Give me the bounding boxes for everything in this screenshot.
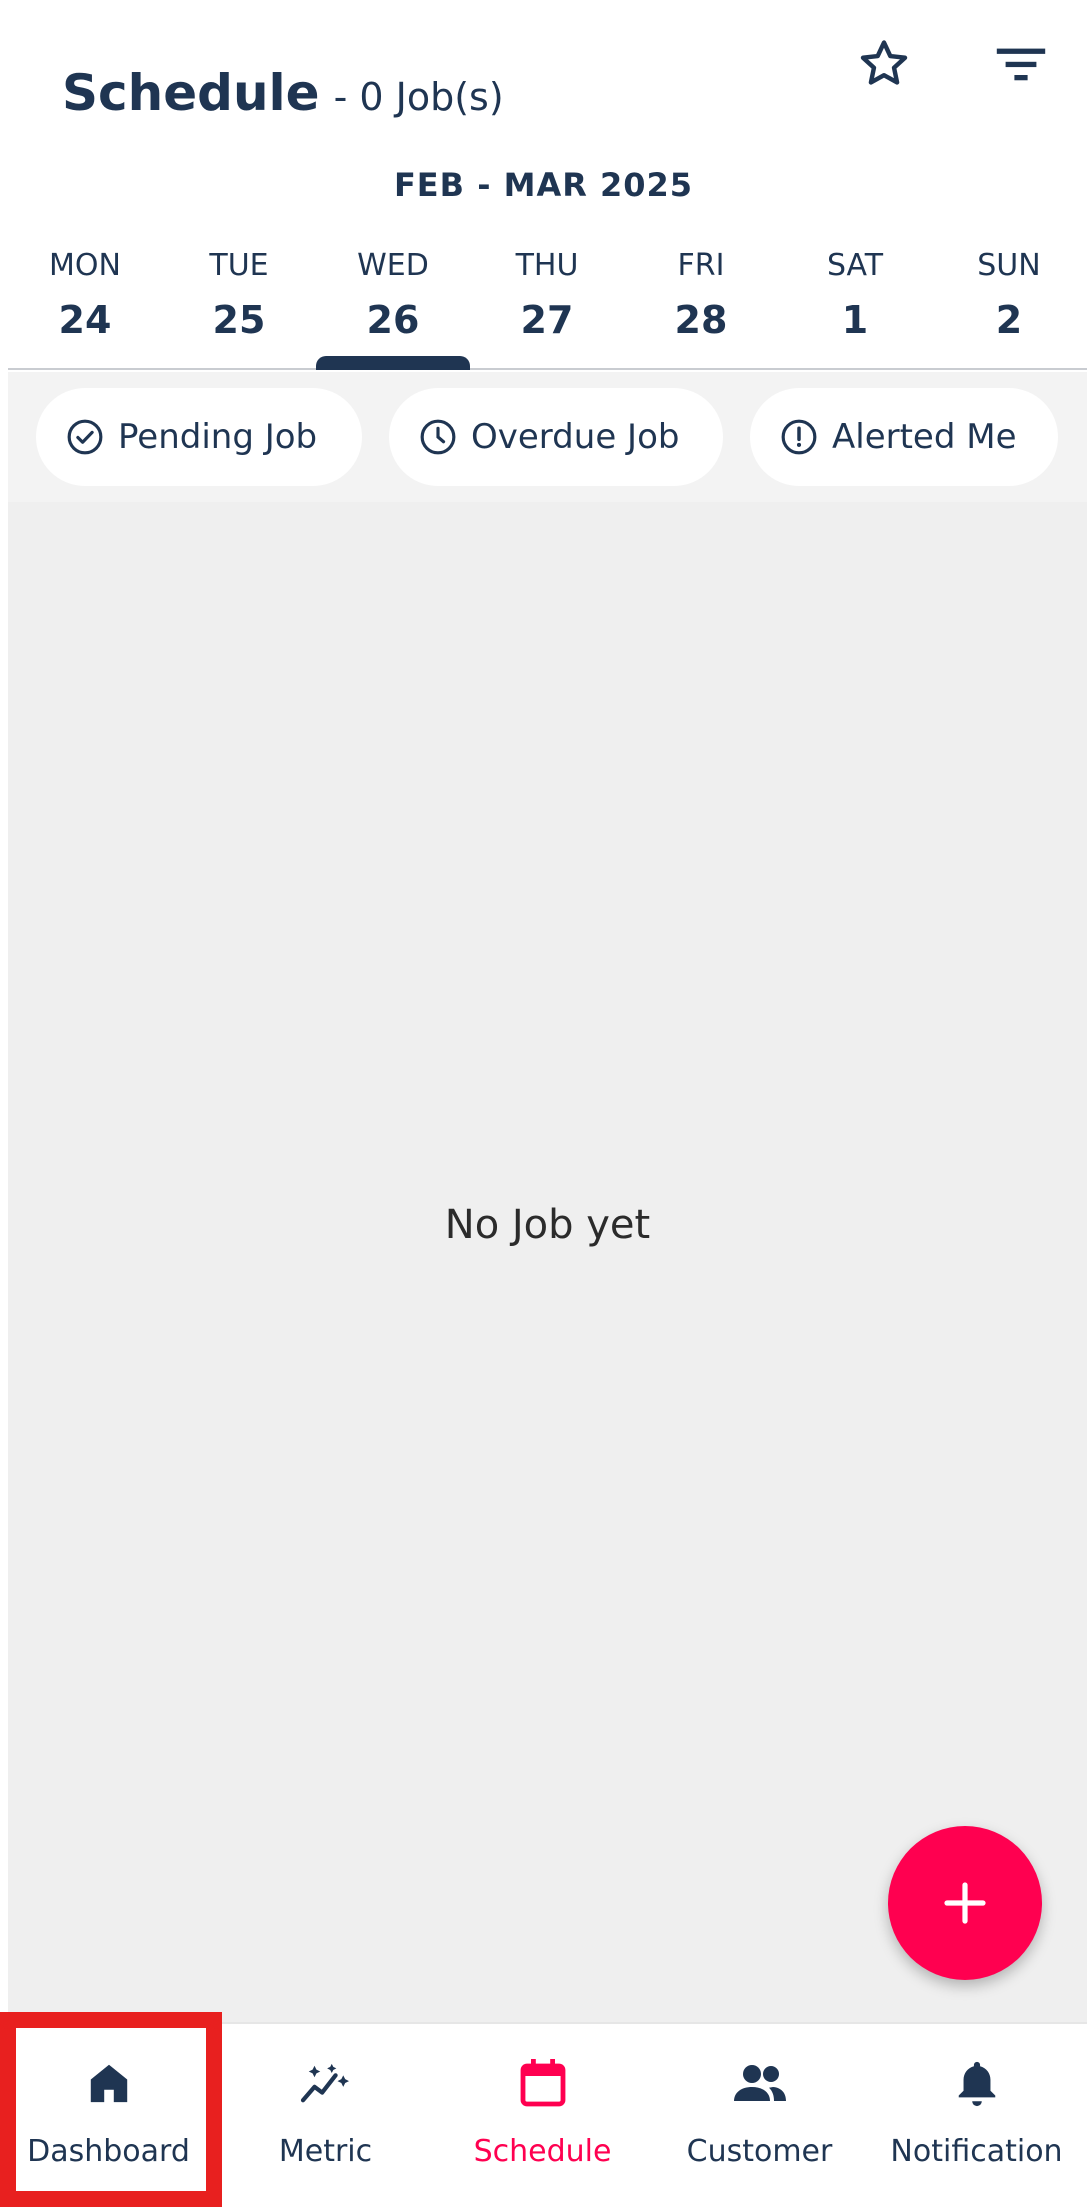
bottom-nav: Dashboard Metric Schedule Customer Notif… <box>0 2022 1087 2207</box>
pending-job-chip[interactable]: Pending Job <box>36 388 362 486</box>
day-number: 25 <box>212 298 266 342</box>
day-sun[interactable]: SUN 2 <box>932 240 1086 368</box>
day-sat[interactable]: SAT 1 <box>778 240 932 368</box>
header: Schedule - 0 Job(s) <box>0 0 1087 160</box>
day-number: 1 <box>841 298 869 342</box>
nav-notification[interactable]: Notification <box>868 2024 1085 2207</box>
day-thu[interactable]: THU 27 <box>470 240 624 368</box>
clock-icon <box>420 419 456 455</box>
filter-button[interactable] <box>985 28 1057 100</box>
day-name: FRI <box>677 248 725 283</box>
page-title: Schedule <box>62 64 320 122</box>
chip-label: Pending Job <box>118 417 318 457</box>
day-fri[interactable]: FRI 28 <box>624 240 778 368</box>
day-number: 26 <box>366 298 420 342</box>
empty-state-message: No Job yet <box>444 1202 651 1248</box>
alerted-me-chip[interactable]: Alerted Me <box>750 388 1058 486</box>
day-name: SAT <box>826 248 884 283</box>
home-icon <box>90 2064 127 2103</box>
sparkle-chart-icon <box>300 2063 349 2103</box>
month-label: FEB - MAR 2025 <box>393 166 694 204</box>
day-wed[interactable]: WED 26 <box>316 240 470 370</box>
week-strip: MON 24 TUE 25 WED 26 THU 27 FRI 28 SAT 1… <box>8 240 1087 370</box>
add-job-button[interactable] <box>888 1826 1042 1980</box>
selected-day-indicator <box>316 356 470 370</box>
nav-label: Metric <box>278 2134 373 2169</box>
day-name: TUE <box>209 248 269 283</box>
filter-chips: Pending Job Overdue Job Alerted Me <box>8 372 1087 502</box>
title-group: Schedule - 0 Job(s) <box>62 64 504 122</box>
day-tue[interactable]: TUE 25 <box>162 240 316 368</box>
nav-metric[interactable]: Metric <box>217 2024 434 2207</box>
schedule-screen: Schedule - 0 Job(s) FEB - MAR 2025 MON 2… <box>0 0 1087 2207</box>
day-name: MON <box>49 248 121 283</box>
day-mon[interactable]: MON 24 <box>8 240 162 368</box>
day-number: 2 <box>995 298 1023 342</box>
plus-icon <box>944 1882 986 1924</box>
chip-label: Alerted Me <box>832 417 1017 457</box>
nav-label: Notification <box>890 2134 1063 2169</box>
chip-label: Overdue Job <box>471 417 680 457</box>
nav-label: Schedule <box>473 2134 612 2169</box>
check-circle-icon <box>67 419 103 455</box>
day-number: 27 <box>520 298 574 342</box>
nav-customer[interactable]: Customer <box>651 2024 868 2207</box>
day-number: 28 <box>674 298 728 342</box>
people-icon <box>733 2065 786 2101</box>
bell-icon <box>958 2061 995 2107</box>
day-name: WED <box>357 248 429 283</box>
overdue-job-chip[interactable]: Overdue Job <box>389 388 723 486</box>
day-name: THU <box>515 248 579 283</box>
alert-circle-icon <box>781 419 817 455</box>
star-icon <box>860 40 908 85</box>
day-number: 24 <box>58 298 112 342</box>
nav-schedule[interactable]: Schedule <box>434 2024 651 2207</box>
day-name: SUN <box>977 248 1041 283</box>
favorite-button[interactable] <box>848 28 920 100</box>
filter-icon <box>996 48 1046 81</box>
job-count: - 0 Job(s) <box>333 75 504 119</box>
nav-label: Customer <box>686 2134 833 2169</box>
calendar-icon <box>520 2059 565 2107</box>
nav-dashboard[interactable]: Dashboard <box>0 2024 217 2207</box>
nav-label: Dashboard <box>27 2134 190 2169</box>
job-list: No Job yet <box>8 502 1087 2022</box>
